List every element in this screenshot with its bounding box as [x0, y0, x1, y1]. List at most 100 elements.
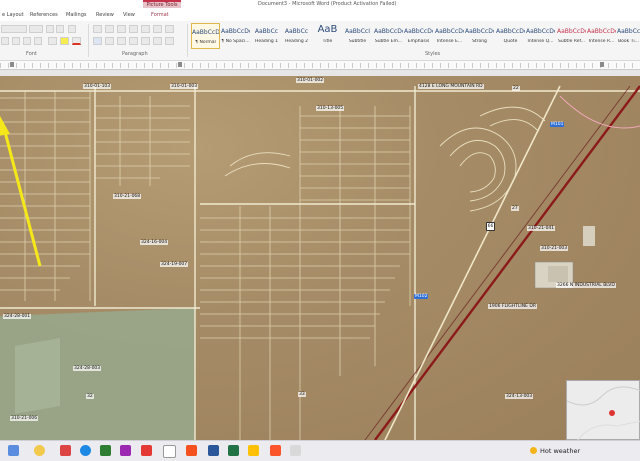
numbering-button[interactable]: [105, 25, 114, 33]
document-title: Document3 - Microsoft Word (Product Acti…: [258, 1, 397, 7]
strikethrough-button[interactable]: [12, 37, 20, 45]
style-quote[interactable]: AaBbCcDc Quote: [496, 23, 525, 49]
sort-button[interactable]: [153, 25, 162, 33]
app-icon[interactable]: [100, 445, 111, 456]
street-label: 3266 N INDUSTRIAL BLVD: [556, 283, 616, 288]
security-icon[interactable]: [60, 445, 71, 456]
style-book-title[interactable]: AaBbCcDc Book Ti...: [617, 23, 640, 49]
style-preview: AaBbCcDc: [192, 29, 219, 36]
style-heading-2[interactable]: AaBbCc Heading 2: [282, 23, 311, 49]
justify-button[interactable]: [129, 37, 138, 45]
right-indent-marker[interactable]: [600, 62, 604, 67]
copilot-icon[interactable]: [34, 445, 45, 456]
style-normal[interactable]: AaBbCcDc ¶ Normal: [191, 23, 220, 49]
tab-page-layout[interactable]: e Layout: [2, 12, 24, 18]
text-effects-button[interactable]: [48, 37, 57, 45]
shrink-font-button[interactable]: [56, 25, 64, 33]
style-name: Intense E...: [436, 39, 463, 44]
align-center-button[interactable]: [105, 37, 114, 45]
style-preview: AaBbCcDc: [374, 28, 403, 35]
style-intense-reference[interactable]: AaBbCcDc Intense R...: [587, 23, 616, 49]
app-icon[interactable]: [141, 445, 152, 456]
font-size-box[interactable]: [29, 25, 43, 33]
brave-icon[interactable]: [270, 445, 281, 456]
windows-start-icon[interactable]: [8, 445, 19, 456]
style-intense-quote[interactable]: AaBbCcDc Intense Q...: [526, 23, 555, 49]
align-right-button[interactable]: [117, 37, 126, 45]
highlight-color-button[interactable]: [60, 37, 69, 45]
style-name: Subtle Ref...: [557, 39, 586, 44]
bullets-button[interactable]: [93, 25, 102, 33]
style-preview: AaBbCcDc: [526, 28, 555, 35]
style-strong[interactable]: AaBbCcDc Strong: [465, 23, 494, 49]
browser-icon[interactable]: [80, 445, 91, 456]
map-graphics: [0, 85, 640, 440]
style-intense-emphasis[interactable]: AaBbCcDc Intense E...: [435, 23, 464, 49]
font-name-box[interactable]: [1, 25, 27, 33]
style-preview: AaB: [317, 24, 338, 35]
group-separator: [88, 24, 89, 57]
tab-stop-marker[interactable]: [178, 62, 182, 67]
parcel-label: 310-21-006: [10, 416, 39, 421]
increase-indent-button[interactable]: [141, 25, 150, 33]
style-preview: AaBbCc: [254, 28, 279, 35]
section-label: 22: [512, 86, 520, 91]
underline-button[interactable]: [1, 37, 9, 45]
style-name: Title: [322, 39, 333, 44]
tab-mailings[interactable]: Mailings: [66, 12, 87, 18]
inset-road: [567, 386, 640, 406]
superscript-button[interactable]: [34, 37, 42, 45]
style-heading-1[interactable]: AaBbCc Heading 1: [252, 23, 281, 49]
inset-pin-icon: [609, 410, 615, 416]
multilevel-list-button[interactable]: [117, 25, 126, 33]
show-hide-button[interactable]: [165, 25, 174, 33]
tab-view[interactable]: View: [123, 12, 135, 18]
style-preview: AaBbCcDc: [435, 28, 464, 35]
app-icon[interactable]: [290, 445, 301, 456]
style-subtitle[interactable]: AaBbCcI Subtitle: [343, 23, 372, 49]
app-icon[interactable]: [163, 445, 176, 458]
grow-font-button[interactable]: [46, 25, 54, 33]
left-indent-marker[interactable]: [10, 62, 14, 67]
app-icon[interactable]: [186, 445, 197, 456]
file-explorer-icon[interactable]: [248, 445, 259, 456]
street-grid-center: [200, 106, 411, 440]
excel-icon[interactable]: [228, 445, 239, 456]
warehouse-roof: [548, 266, 568, 282]
map-picture[interactable]: 310-01-003 310-01-002 310-01-103 310-21-…: [0, 76, 640, 440]
highway-road: [384, 85, 561, 440]
shading-button[interactable]: [153, 37, 162, 45]
align-left-button[interactable]: [93, 37, 102, 45]
industrial-building: [583, 226, 595, 246]
street-label: 4128 E LONG MOUNTAIN RD: [418, 84, 484, 89]
style-name: Strong: [472, 39, 487, 44]
horizontal-ruler[interactable]: [0, 61, 640, 70]
tab-review[interactable]: Review: [96, 12, 114, 18]
subscript-button[interactable]: [23, 37, 31, 45]
weather-text[interactable]: Hot weather: [540, 447, 580, 455]
taskbar: Hot weather: [0, 440, 640, 461]
parcel-label: 324-28-003: [73, 366, 102, 371]
style-title[interactable]: AaB Title: [313, 23, 342, 49]
style-subtle-emphasis[interactable]: AaBbCcDc Subtle Em...: [374, 23, 403, 49]
app-icon[interactable]: [120, 445, 131, 456]
tab-references[interactable]: References: [30, 12, 58, 18]
style-preview: AaBbCcDc: [617, 28, 640, 35]
line-spacing-button[interactable]: [141, 37, 150, 45]
word-icon[interactable]: [208, 445, 219, 456]
weather-sun-icon: [530, 447, 537, 454]
decrease-indent-button[interactable]: [129, 25, 138, 33]
style-preview: AaBbCc: [284, 28, 309, 35]
tab-format[interactable]: Format: [151, 12, 169, 18]
style-no-spacing[interactable]: AaBbCcDc ¶ No Spaci...: [221, 23, 250, 49]
styles-group-label: Styles: [425, 51, 441, 57]
highlight-arrow-shaft: [2, 127, 42, 267]
style-emphasis[interactable]: AaBbCcDc Emphasis: [404, 23, 433, 49]
style-name: Emphasis: [407, 39, 430, 44]
style-subtle-reference[interactable]: AaBbCcDc Subtle Ref...: [557, 23, 586, 49]
parcel-label: 310-21-003: [540, 246, 569, 251]
font-color-button[interactable]: [72, 37, 81, 45]
borders-button[interactable]: [165, 37, 174, 45]
clear-format-button[interactable]: [68, 25, 76, 33]
style-name: Heading 2: [284, 39, 309, 44]
